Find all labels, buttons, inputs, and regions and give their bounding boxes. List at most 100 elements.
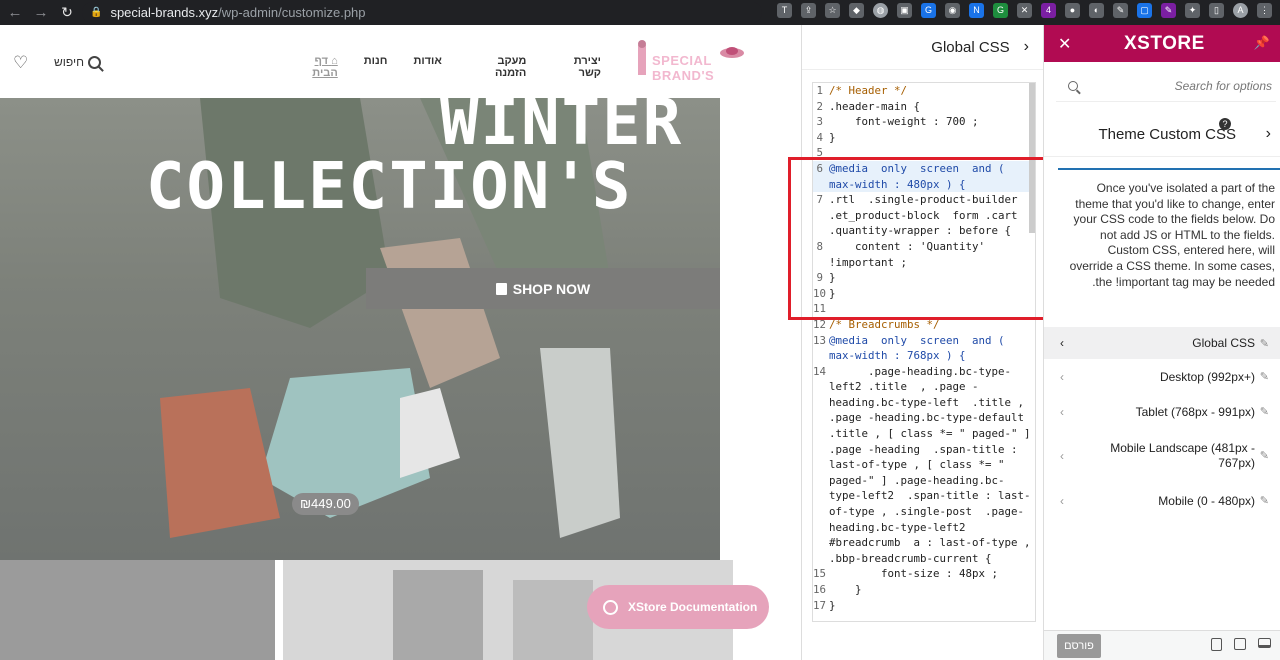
css-item-mobile[interactable]: ‹ Mobile (0 - 480px) ✎ <box>1044 483 1280 518</box>
line-number: 17 <box>813 598 827 612</box>
tablet-preview-icon[interactable] <box>1234 638 1246 650</box>
globe-icon[interactable]: ◍ <box>873 3 888 18</box>
extension-icon[interactable]: N <box>969 3 984 18</box>
line-number: 2 <box>816 99 823 113</box>
options-search[interactable]: Search for options <box>1056 70 1276 102</box>
grammarly-icon[interactable]: G <box>993 3 1008 18</box>
css-item-label: Mobile (0 - 480px) <box>1158 493 1255 508</box>
back-icon[interactable]: ← <box>4 4 26 21</box>
puzzle-icon[interactable]: ✦ <box>1185 3 1200 18</box>
site-header: ♡ חיפוש יצירת קשר מעקב הזמנה אודות חנות … <box>0 25 801 98</box>
documentation-label: XStore Documentation <box>628 600 758 614</box>
thumbnail-image[interactable] <box>0 560 275 660</box>
translate-icon[interactable]: T <box>777 3 792 18</box>
css-item-mobile-landscape[interactable]: ‹ Mobile Landscape (481px - 767px) ✎ <box>1044 429 1280 483</box>
mobile-preview-icon[interactable] <box>1211 638 1222 651</box>
camera-icon[interactable]: ◉ <box>945 3 960 18</box>
code-line[interactable]: 17} <box>813 598 1035 614</box>
extension-icon[interactable]: G <box>921 3 936 18</box>
css-item-global[interactable]: ‹ Global CSS ✎ <box>1044 327 1280 359</box>
extension-icon[interactable]: ◐ <box>1089 3 1104 18</box>
browser-toolbar: ← → ↻ 🔒 special-brands.xyz /wp-admin/cus… <box>0 0 1280 25</box>
logo-text: SPECIAL BRAND'S <box>652 53 715 83</box>
extension-icon[interactable]: ◆ <box>849 3 864 18</box>
pen-icon[interactable]: ✎ <box>1161 3 1176 18</box>
css-target-list: ‹ Global CSS ✎ ‹ Desktop (992px+) ✎ ‹ Ta… <box>1044 327 1280 518</box>
code-line[interactable]: 1 /* Header */ <box>813 83 1035 99</box>
code-line[interactable]: 2 .header-main { <box>813 99 1035 115</box>
star-icon[interactable]: ☆ <box>825 3 840 18</box>
chevron-left-icon: ‹ <box>1060 493 1064 508</box>
pen-icon[interactable]: ✎ <box>1113 3 1128 18</box>
css-item-label: Desktop (992px+) <box>1159 369 1255 384</box>
line-number: 14 <box>813 364 827 378</box>
css-panel-header[interactable]: Global CSS › <box>802 25 1043 70</box>
hero-title-line2: COLLECTION'S <box>146 150 633 224</box>
extension-icon[interactable]: ▢ <box>1137 3 1152 18</box>
documentation-button[interactable]: XStore Documentation <box>587 585 769 629</box>
more-icon[interactable]: ⋮ <box>1257 3 1272 18</box>
menu-item-order-tracking[interactable]: מעקב הזמנה <box>468 55 526 79</box>
menu-item-home[interactable]: ⌂ דף הבית <box>290 55 337 79</box>
heart-icon[interactable]: ♡ <box>13 53 28 73</box>
extension-icon[interactable]: ● <box>1065 3 1080 18</box>
css-item-tablet[interactable]: ‹ Tablet (768px - 991px) ✎ <box>1044 394 1280 429</box>
extension-icon[interactable]: ▣ <box>897 3 912 18</box>
css-item-label: Global CSS <box>1192 336 1255 350</box>
menu-item-contact[interactable]: יצירת קשר <box>552 55 601 79</box>
xstore-panel: ✕ XSTORE 📌 Search for options Theme Cust… <box>1043 25 1280 660</box>
code-text: } <box>829 583 862 596</box>
search-icon <box>1068 81 1078 91</box>
code-line[interactable]: 15 font-size : 48px ; <box>813 566 1035 582</box>
extension-icon[interactable]: ✕ <box>1017 3 1032 18</box>
main-menu: יצירת קשר מעקב הזמנה אודות חנות ⌂ דף הבי… <box>290 55 601 79</box>
code-line[interactable]: 14 .page-heading.bc-type-left2 .title , … <box>813 364 1035 567</box>
pencil-icon: ✎ <box>1259 495 1269 507</box>
share-icon[interactable]: ⇪ <box>801 3 816 18</box>
search-icon <box>603 599 618 615</box>
code-text: /* Header */ <box>829 84 908 97</box>
code-line[interactable]: 4} <box>813 130 1035 146</box>
code-text: font-weight : 700 ; <box>829 115 979 129</box>
search-link[interactable]: חיפוש <box>54 55 101 69</box>
code-line[interactable]: 13 @media only screen and ( max-width : 7… <box>813 333 1035 364</box>
pencil-icon: ✎ <box>1259 371 1269 383</box>
highlight-box <box>788 157 1059 320</box>
chevron-left-icon: ‹ <box>1060 448 1064 463</box>
publish-button[interactable]: פורסם <box>1057 634 1101 658</box>
pin-icon[interactable]: 📌 <box>1254 35 1270 51</box>
sidebar-icon[interactable]: ▯ <box>1209 3 1224 18</box>
desktop-preview-icon[interactable] <box>1258 638 1271 648</box>
extension-icon[interactable]: 4 <box>1041 3 1056 18</box>
site-logo[interactable]: SPECIAL BRAND'S <box>632 39 750 83</box>
theme-custom-css-section[interactable]: Theme Custom CSS ? › <box>1044 113 1280 157</box>
menu-item-about[interactable]: אודות <box>413 55 441 79</box>
shopping-bag-icon <box>495 282 507 295</box>
css-item-desktop[interactable]: ‹ Desktop (992px+) ✎ <box>1044 359 1280 394</box>
code-text: .header-main { <box>829 99 921 113</box>
reload-icon[interactable]: ↻ <box>56 4 78 21</box>
line-number: 3 <box>816 115 823 129</box>
chevron-right-icon[interactable]: › <box>1024 38 1029 56</box>
section-title: Theme Custom CSS <box>1098 126 1236 143</box>
code-text: } <box>829 130 836 144</box>
chevron-left-icon: ‹ <box>1060 336 1064 350</box>
url-path: /wp-admin/customize.php <box>218 5 366 20</box>
lock-icon: 🔒 <box>90 7 103 18</box>
forward-icon[interactable]: → <box>30 4 52 21</box>
code-line[interactable]: 16 } <box>813 582 1035 598</box>
avatar[interactable]: A <box>1233 3 1248 18</box>
close-icon[interactable]: ✕ <box>1058 34 1071 54</box>
pencil-icon: ✎ <box>1259 449 1269 462</box>
code-line[interactable]: 3 font-weight : 700 ; <box>813 114 1035 130</box>
search-icon <box>87 55 101 69</box>
shop-now-button[interactable]: SHOP NOW <box>366 268 720 309</box>
css-item-label: Tablet (768px - 991px) <box>1135 404 1255 419</box>
help-icon[interactable]: ? <box>1219 118 1231 130</box>
hero-banner: WINTER COLLECTION'S SHOP NOW ₪449.00 <box>0 98 720 560</box>
line-number: 16 <box>813 583 827 596</box>
address-bar[interactable]: 🔒 special-brands.xyz /wp-admin/customize… <box>82 2 762 23</box>
menu-item-shop[interactable]: חנות <box>364 55 388 79</box>
chevron-right-icon[interactable]: › <box>1266 125 1271 143</box>
xstore-brand: XSTORE <box>1124 33 1205 54</box>
